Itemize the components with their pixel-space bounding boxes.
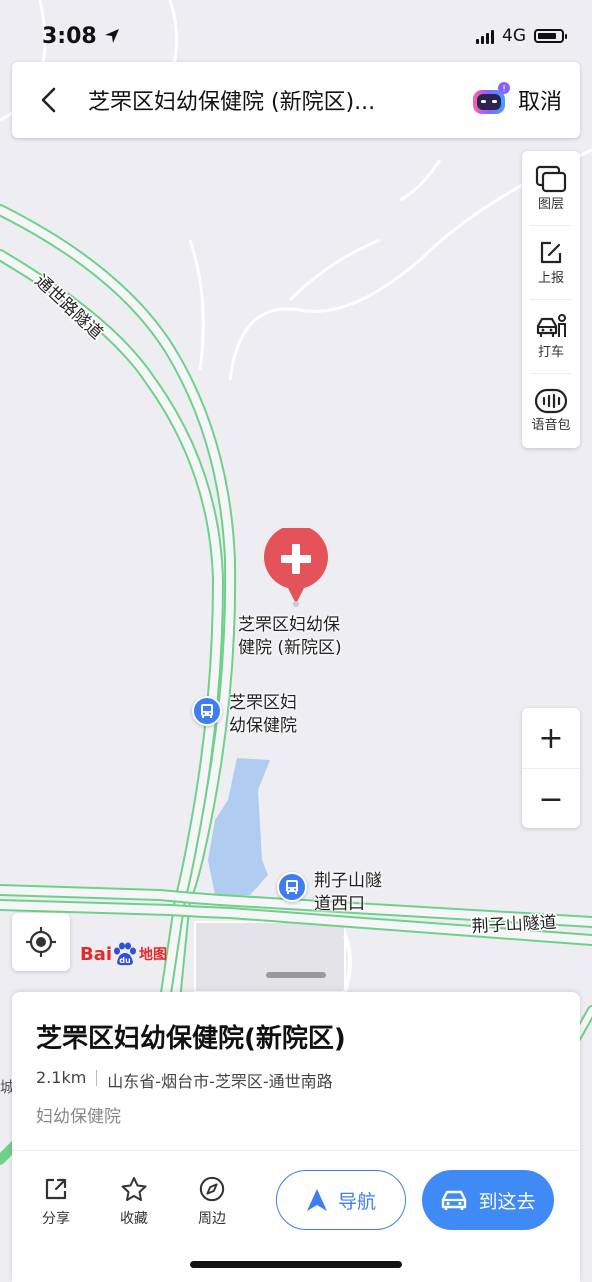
home-indicator — [190, 1261, 402, 1268]
paw-icon: du — [112, 942, 138, 966]
assistant-icon[interactable]: ! — [470, 80, 510, 120]
go-here-button[interactable]: 到这去 — [422, 1170, 554, 1230]
map-edge-label: 城 — [0, 1078, 12, 1096]
card-divider — [12, 1150, 580, 1151]
favorite-label: 收藏 — [120, 1211, 148, 1227]
taxi-icon — [536, 313, 566, 337]
zoom-control: + − — [522, 708, 580, 828]
nearby-label: 周边 — [198, 1211, 226, 1227]
report-button[interactable]: 上报 — [522, 225, 580, 299]
cellular-signal-icon — [476, 28, 494, 44]
nearby-button[interactable]: 周边 — [182, 1176, 242, 1228]
location-arrow-icon — [104, 25, 120, 50]
edit-report-icon — [540, 241, 562, 263]
hospital-pin[interactable] — [262, 525, 330, 608]
voice-pack-button[interactable]: 语音包 — [522, 373, 580, 447]
place-meta: 2.1km 山东省-烟台市-芝罘区-通世南路 — [36, 1068, 333, 1092]
bus-stop-label: 荆子山隧 道西口 — [314, 871, 382, 914]
back-icon[interactable] — [38, 80, 78, 120]
compass-icon — [199, 1176, 225, 1202]
layers-label: 图层 — [537, 196, 564, 212]
report-label: 上报 — [537, 270, 564, 286]
place-distance: 2.1km — [36, 1068, 87, 1087]
navigate-label: 导航 — [337, 1190, 376, 1213]
bus-stop-icon[interactable] — [277, 872, 307, 902]
battery-icon — [534, 29, 567, 43]
taxi-label: 打车 — [537, 344, 564, 360]
place-detail-card: 芝罘区妇幼保健院(新院区) 2.1km 山东省-烟台市-芝罘区-通世南路 妇幼保… — [12, 992, 580, 1282]
locate-button[interactable] — [12, 913, 70, 971]
share-button[interactable]: 分享 — [26, 1176, 86, 1228]
crosshair-icon — [26, 927, 56, 957]
voice-pack-icon — [534, 388, 568, 413]
star-icon — [121, 1177, 147, 1201]
place-category: 妇幼保健院 — [36, 1107, 121, 1127]
zoom-in-button[interactable]: + — [522, 708, 580, 768]
search-bar: 芝罘区妇幼保健院 (新院区)... ! 取消 — [12, 62, 580, 138]
baidu-map-logo: Bai du 地图 — [80, 942, 168, 966]
bus-stop-label: 芝罘区妇 幼保健院 — [229, 693, 297, 736]
place-address: 山东省-烟台市-芝罘区-通世南路 — [107, 1072, 333, 1091]
search-query[interactable]: 芝罘区妇幼保健院 (新院区)... — [88, 84, 470, 116]
sheet-drag-handle[interactable] — [266, 972, 326, 978]
svg-text:du: du — [119, 956, 131, 965]
hospital-map-label: 芝罘区妇幼保 健院 (新院区) — [238, 615, 342, 658]
road-label-tongshi: 通世路隧道 — [31, 271, 107, 344]
share-icon — [45, 1178, 67, 1200]
hospital-pin-icon — [264, 525, 328, 607]
voice-pack-label: 语音包 — [531, 417, 571, 433]
map-toolbar: 图层 上报 打车 语音包 — [522, 151, 580, 448]
place-title: 芝罘区妇幼保健院(新院区) — [36, 1024, 346, 1054]
layers-button[interactable]: 图层 — [522, 151, 580, 225]
navigation-arrow-icon — [306, 1189, 327, 1211]
navigate-button[interactable]: 导航 — [276, 1170, 406, 1230]
zoom-out-button[interactable]: − — [522, 768, 580, 829]
share-label: 分享 — [42, 1211, 70, 1227]
status-time: 3:08 — [42, 24, 120, 50]
favorite-button[interactable]: 收藏 — [104, 1176, 164, 1228]
layers-icon — [535, 165, 567, 192]
taxi-button[interactable]: 打车 — [522, 299, 580, 373]
cancel-button[interactable]: 取消 — [518, 84, 562, 116]
svg-text:!: ! — [502, 85, 506, 95]
car-icon — [442, 1190, 467, 1210]
network-type: 4G — [502, 26, 526, 46]
bus-stop-icon[interactable] — [192, 696, 222, 726]
meta-divider — [96, 1070, 98, 1086]
go-here-label: 到这去 — [478, 1190, 536, 1213]
status-indicators: 4G — [476, 26, 567, 46]
